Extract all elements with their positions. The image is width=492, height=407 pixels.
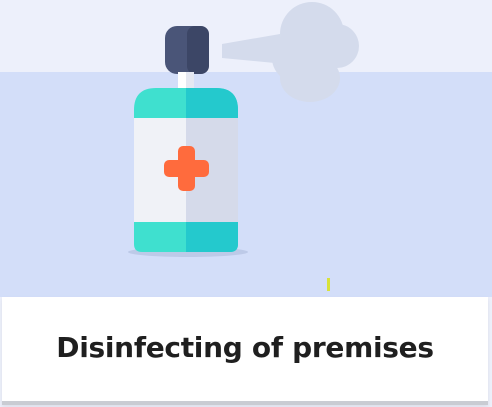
caption-box: Disinfecting of premises (2, 297, 488, 405)
service-card[interactable]: Disinfecting of premises (0, 0, 492, 407)
spray-cloud-icon (222, 2, 359, 102)
card-title[interactable]: Disinfecting of premises (2, 331, 488, 364)
sanitizer-bottle-icon (128, 2, 359, 291)
